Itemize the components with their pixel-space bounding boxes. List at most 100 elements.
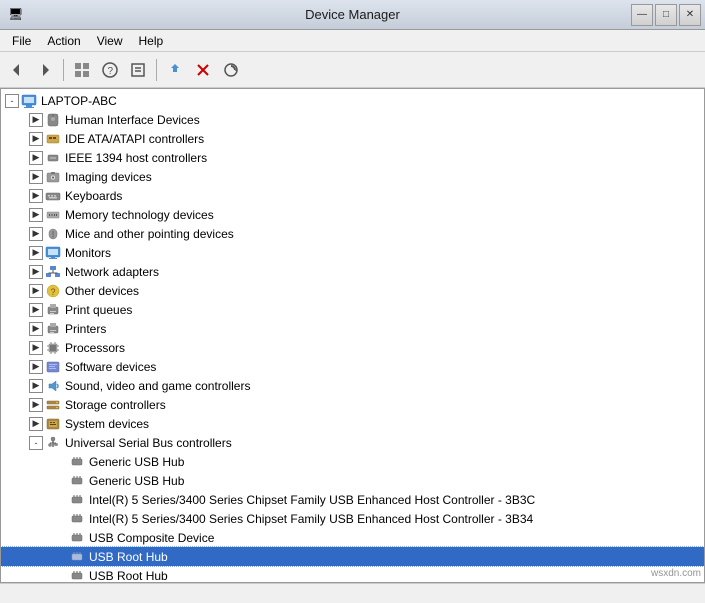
minimize-button[interactable]: — [631,4,653,26]
storage-icon [45,397,61,413]
ide-icon [45,131,61,147]
tree-item-usb-hub-1[interactable]: Generic USB Hub [1,452,704,471]
tree-item-usb-root-1[interactable]: USB Root Hub [1,547,704,566]
software-expand[interactable]: ▶ [29,360,43,374]
mice-expand[interactable]: ▶ [29,227,43,241]
printq-icon [45,302,61,318]
network-expand[interactable]: ▶ [29,265,43,279]
processors-expand[interactable]: ▶ [29,341,43,355]
toolbar-sep-2 [156,59,157,81]
tree-item-sound[interactable]: ▶ Sound, video and game controllers [1,376,704,395]
menu-bar: File Action View Help [0,30,705,52]
mice-label: Mice and other pointing devices [65,227,234,241]
composite-spacer [53,531,67,545]
toolbar-sep-1 [63,59,64,81]
system-expand[interactable]: ▶ [29,417,43,431]
imaging-expand[interactable]: ▶ [29,170,43,184]
menu-action[interactable]: Action [39,32,88,50]
composite-icon [69,530,85,546]
tree-item-usb-root-2[interactable]: USB Root Hub [1,566,704,583]
tree-item-hid[interactable]: ▶ Human Interface Devices [1,110,704,129]
show-hide-button[interactable] [69,57,95,83]
ieee-icon [45,150,61,166]
storage-label: Storage controllers [65,398,166,412]
properties-button[interactable] [125,57,151,83]
composite-label: USB Composite Device [89,531,214,545]
menu-view[interactable]: View [89,32,131,50]
tree-item-network[interactable]: ▶ Network adapters [1,262,704,281]
root-expand[interactable]: - [5,94,19,108]
hub1-spacer [53,455,67,469]
tree-item-other[interactable]: ▶ ? Other devices [1,281,704,300]
tree-item-mice[interactable]: ▶ Mice and other pointing devices [1,224,704,243]
tree-item-usb-intel-1[interactable]: Intel(R) 5 Series/3400 Series Chipset Fa… [1,490,704,509]
scan-button[interactable] [218,57,244,83]
tree-item-usb-intel-2[interactable]: Intel(R) 5 Series/3400 Series Chipset Fa… [1,509,704,528]
storage-expand[interactable]: ▶ [29,398,43,412]
tree-item-printers[interactable]: ▶ Printers [1,319,704,338]
usb-icon [45,435,61,451]
tree-item-imaging[interactable]: ▶ Imaging devices [1,167,704,186]
software-icon [45,359,61,375]
imaging-label: Imaging devices [65,170,152,184]
tree-item-system[interactable]: ▶ System devices [1,414,704,433]
printers-expand[interactable]: ▶ [29,322,43,336]
close-button[interactable]: ✕ [679,4,701,26]
tree-item-monitors[interactable]: ▶ Monitors [1,243,704,262]
intel2-spacer [53,512,67,526]
help-button[interactable]: ? [97,57,123,83]
intel1-icon [69,492,85,508]
tree-item-ieee[interactable]: ▶ IEEE 1394 host controllers [1,148,704,167]
computer-icon [21,93,37,109]
ieee-expand[interactable]: ▶ [29,151,43,165]
memory-icon [45,207,61,223]
tree-item-usb-composite[interactable]: USB Composite Device [1,528,704,547]
tree-item-processors[interactable]: ▶ Processors [1,338,704,357]
memory-expand[interactable]: ▶ [29,208,43,222]
root1-icon [69,549,85,565]
tree-item-ide[interactable]: ▶ IDE ATA/ATAPI controllers [1,129,704,148]
printers-label: Printers [65,322,106,336]
monitors-expand[interactable]: ▶ [29,246,43,260]
tree-item-usb-hub-2[interactable]: Generic USB Hub [1,471,704,490]
back-button[interactable] [4,57,30,83]
root2-spacer [53,569,67,583]
memory-label: Memory technology devices [65,208,214,222]
tree-item-usb[interactable]: - Universal Serial Bus controllers [1,433,704,452]
title-bar: 🖥 Device Manager — □ ✕ [0,0,705,30]
other-label: Other devices [65,284,139,298]
tree-root[interactable]: - LAPTOP-ABC [1,91,704,110]
forward-button[interactable] [32,57,58,83]
watermark: wsxdn.com [651,568,701,579]
tree-item-software[interactable]: ▶ Software devices [1,357,704,376]
hid-expand[interactable]: ▶ [29,113,43,127]
uninstall-button[interactable] [190,57,216,83]
menu-help[interactable]: Help [131,32,172,50]
usb-expand[interactable]: - [29,436,43,450]
sound-expand[interactable]: ▶ [29,379,43,393]
menu-file[interactable]: File [4,32,39,50]
maximize-button[interactable]: □ [655,4,677,26]
tree-item-memory[interactable]: ▶ Memory technology devices [1,205,704,224]
intel1-label: Intel(R) 5 Series/3400 Series Chipset Fa… [89,493,535,507]
hub1-label: Generic USB Hub [89,455,184,469]
ide-label: IDE ATA/ATAPI controllers [65,132,204,146]
device-tree-container[interactable]: - LAPTOP-ABC ▶ Human Interface Devices ▶… [0,88,705,583]
ieee-label: IEEE 1394 host controllers [65,151,207,165]
tree-item-printq[interactable]: ▶ Print queues [1,300,704,319]
update-driver-button[interactable] [162,57,188,83]
keyboards-expand[interactable]: ▶ [29,189,43,203]
hub2-spacer [53,474,67,488]
tree-item-storage[interactable]: ▶ Storage controllers [1,395,704,414]
hid-icon [45,112,61,128]
svg-text:?: ? [51,287,56,297]
tree-item-keyboards[interactable]: ▶ Keyboards [1,186,704,205]
monitors-icon [45,245,61,261]
imaging-icon [45,169,61,185]
other-expand[interactable]: ▶ [29,284,43,298]
root-label: LAPTOP-ABC [41,94,117,108]
printq-expand[interactable]: ▶ [29,303,43,317]
usb-label: Universal Serial Bus controllers [65,436,232,450]
ide-expand[interactable]: ▶ [29,132,43,146]
device-tree: - LAPTOP-ABC ▶ Human Interface Devices ▶… [1,89,704,583]
